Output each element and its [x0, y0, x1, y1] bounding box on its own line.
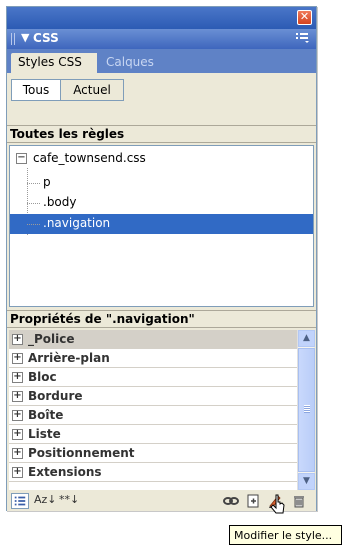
collapse-arrow-icon[interactable]: ▼ — [21, 31, 29, 44]
tab-styles-css[interactable]: Styles CSS — [11, 53, 97, 73]
filter-toggle: Tous Actuel — [7, 73, 316, 107]
tree-root-stylesheet[interactable]: − cafe_townsend.css — [16, 151, 146, 169]
stylesheet-label: cafe_townsend.css — [33, 151, 146, 165]
scroll-grip-icon — [304, 405, 310, 413]
filter-current-button[interactable]: Actuel — [60, 79, 124, 101]
expand-icon[interactable]: + — [12, 410, 23, 421]
expand-icon[interactable]: + — [12, 334, 23, 345]
category-view-icon[interactable] — [11, 493, 29, 509]
tree-branch — [27, 203, 41, 204]
properties-section-header: Propriétés de ".navigation" — [7, 310, 316, 328]
expand-icon[interactable]: + — [12, 429, 23, 440]
scroll-thumb[interactable] — [298, 348, 315, 472]
delete-icon[interactable] — [291, 493, 307, 509]
tab-bar: Styles CSS Calques — [7, 49, 316, 73]
tree-branch — [27, 224, 41, 225]
property-group-extensions[interactable]: + Extensions — [9, 463, 297, 482]
options-menu-icon[interactable] — [296, 32, 310, 44]
property-group-liste[interactable]: + Liste — [9, 425, 297, 444]
property-group-label: Bordure — [28, 389, 83, 403]
set-properties-icon[interactable]: **↓ — [59, 493, 79, 509]
close-icon: ✕ — [299, 10, 310, 23]
property-group-boite[interactable]: + Boîte — [9, 406, 297, 425]
rule-item-navigation[interactable]: .navigation — [10, 214, 313, 234]
property-group-police[interactable]: + _Police — [9, 330, 297, 349]
expand-icon[interactable]: + — [12, 448, 23, 459]
attach-stylesheet-icon[interactable] — [223, 493, 239, 509]
close-button[interactable]: ✕ — [297, 10, 312, 25]
panel-titlebar: ✕ — [7, 7, 316, 29]
panel-title: CSS — [33, 31, 59, 45]
panel-header[interactable]: ▼ CSS — [7, 29, 316, 49]
rule-item-body[interactable]: .body — [10, 193, 313, 213]
rule-item-p[interactable]: p — [10, 173, 313, 193]
tab-calques[interactable]: Calques — [99, 53, 161, 73]
bottom-toolbar: Az↓ **↓ — [7, 491, 316, 511]
tooltip: Modifier le style... — [229, 525, 342, 545]
scroll-down-button[interactable]: ▼ — [298, 473, 315, 490]
property-group-label: Liste — [28, 427, 61, 441]
list-view-icon[interactable]: Az↓ — [34, 493, 57, 509]
property-group-positionnement[interactable]: + Positionnement — [9, 444, 297, 463]
expand-icon[interactable]: + — [12, 391, 23, 402]
rule-label: .body — [43, 195, 77, 209]
new-rule-icon[interactable] — [245, 493, 261, 509]
property-group-bordure[interactable]: + Bordure — [9, 387, 297, 406]
scroll-up-button[interactable]: ▲ — [298, 330, 315, 347]
property-group-label: Bloc — [28, 370, 57, 384]
property-group-label: Positionnement — [28, 446, 135, 460]
expand-icon[interactable]: + — [12, 372, 23, 383]
property-group-label: Arrière-plan — [28, 351, 110, 365]
filter-all-button[interactable]: Tous — [11, 79, 61, 101]
grip-icon[interactable] — [11, 33, 17, 45]
property-group-bloc[interactable]: + Bloc — [9, 368, 297, 387]
property-group-label: _Police — [28, 332, 75, 346]
css-panel: ✕ ▼ CSS Styles CSS Calques Tous Actuel T… — [6, 6, 317, 511]
property-group-arriere-plan[interactable]: + Arrière-plan — [9, 349, 297, 368]
property-group-label: Boîte — [28, 408, 64, 422]
property-group-label: Extensions — [28, 465, 102, 479]
tree-branch — [27, 183, 41, 184]
expand-icon[interactable]: + — [12, 353, 23, 364]
collapse-tree-icon[interactable]: − — [16, 153, 27, 164]
rules-tree[interactable]: − cafe_townsend.css p .body .navigation — [9, 145, 314, 307]
properties-list[interactable]: + _Police + Arrière-plan + Bloc + Bordure + B… — [9, 330, 297, 490]
mouse-pointer-icon — [271, 494, 285, 514]
rule-label: .navigation — [43, 216, 111, 230]
properties-scrollbar[interactable]: ▲ ▼ — [297, 330, 315, 490]
rules-section-header: Toutes les règles — [7, 125, 316, 143]
rule-label: p — [43, 175, 51, 189]
expand-icon[interactable]: + — [12, 467, 23, 478]
